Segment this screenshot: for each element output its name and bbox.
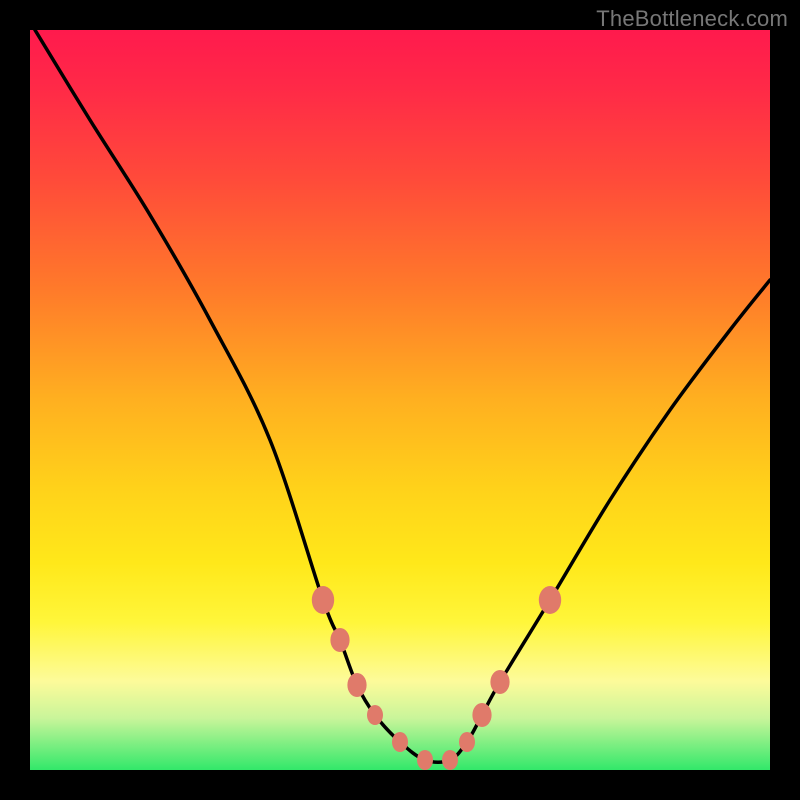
- curve-marker: [347, 673, 366, 697]
- curve-marker: [442, 750, 458, 770]
- curve-marker: [459, 732, 475, 752]
- curve-marker: [417, 750, 433, 770]
- curve-marker: [472, 703, 491, 727]
- curve-markers: [312, 586, 561, 770]
- curve-marker: [539, 586, 561, 614]
- curve-marker: [312, 586, 334, 614]
- curve-marker: [367, 705, 383, 725]
- curve-marker: [330, 628, 349, 652]
- curve-layer: [30, 30, 770, 770]
- curve-marker: [490, 670, 509, 694]
- watermark-text: TheBottleneck.com: [596, 6, 788, 32]
- chart-frame: TheBottleneck.com: [0, 0, 800, 800]
- bottleneck-curve: [35, 30, 770, 762]
- curve-marker: [392, 732, 408, 752]
- plot-area: [30, 30, 770, 770]
